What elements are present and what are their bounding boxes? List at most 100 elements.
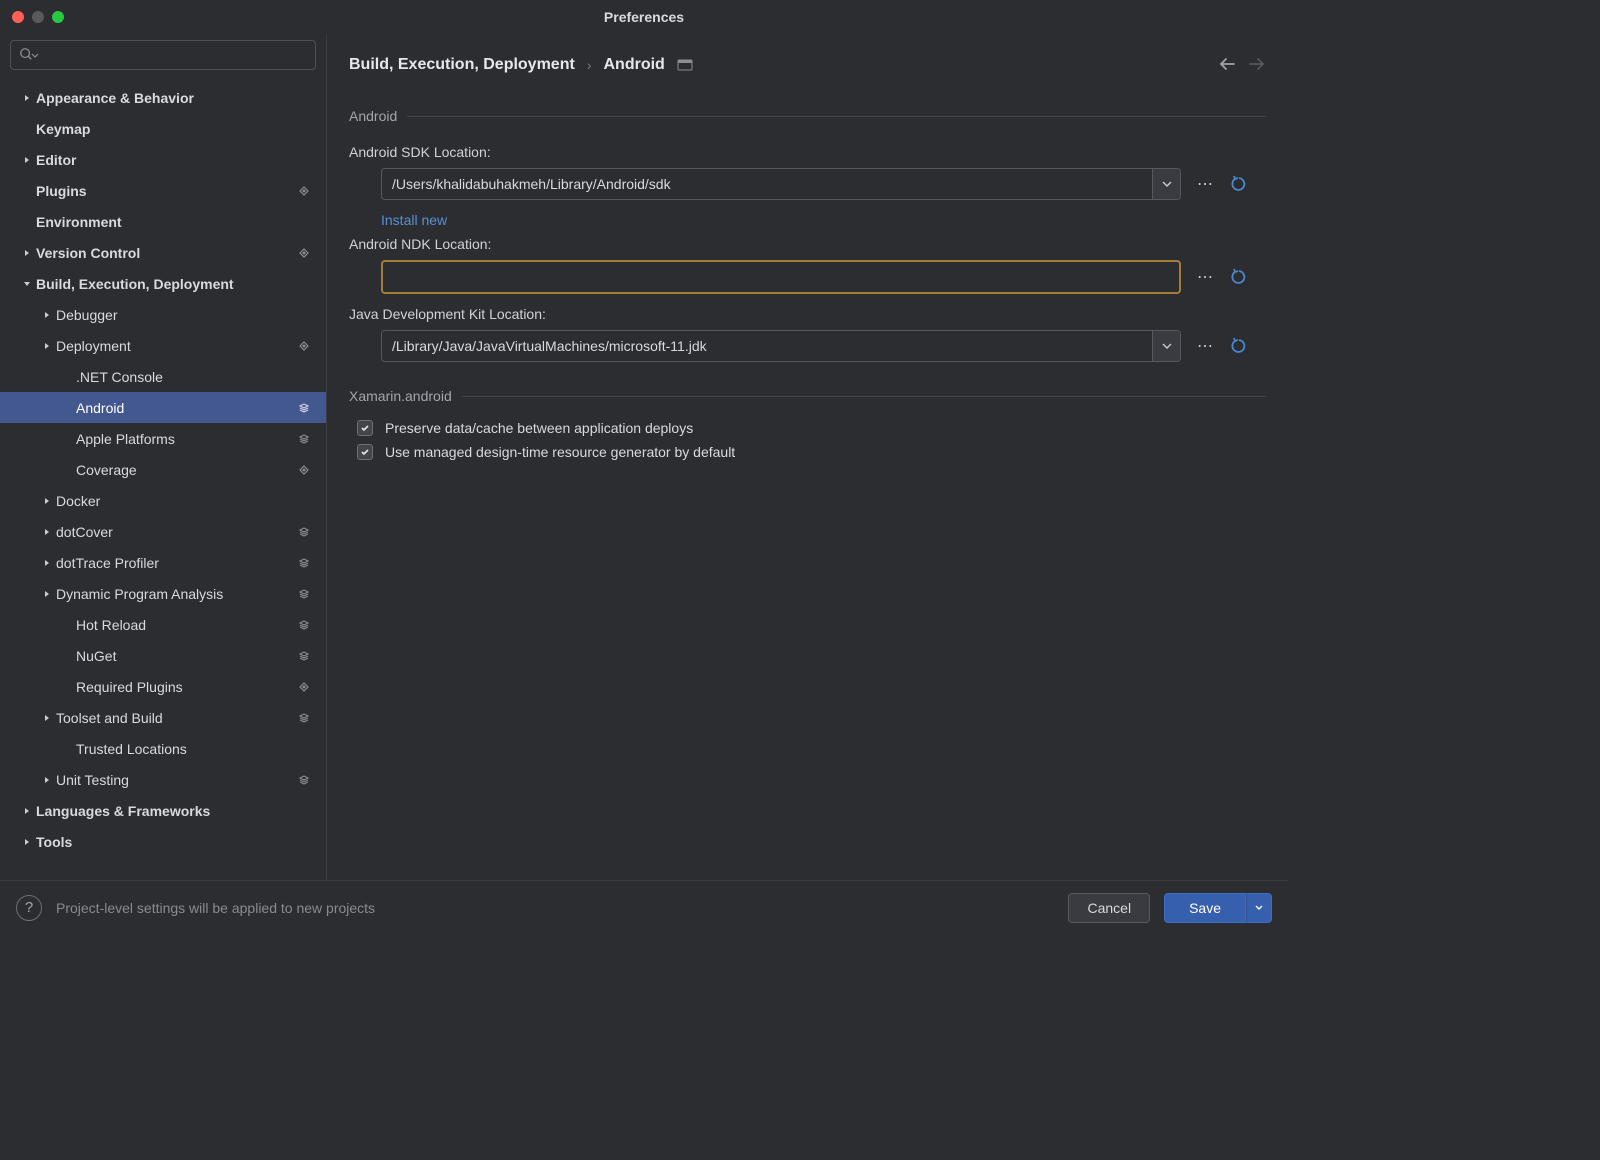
chevron-right-icon xyxy=(38,310,56,320)
jdk-location-input[interactable] xyxy=(382,338,1152,354)
jdk-location-field[interactable] xyxy=(381,330,1181,362)
sidebar-item-label: Hot Reload xyxy=(76,617,296,633)
sidebar-item-unit-testing[interactable]: Unit Testing xyxy=(0,764,326,795)
scope-indicator-icon xyxy=(296,340,312,352)
sidebar-item-label: Appearance & Behavior xyxy=(36,90,296,106)
sidebar-item-docker[interactable]: Docker xyxy=(0,485,326,516)
footer: ? Project-level settings will be applied… xyxy=(0,880,1288,934)
chevron-right-icon xyxy=(38,527,56,537)
ndk-location-field[interactable] xyxy=(381,260,1181,294)
scope-indicator-icon xyxy=(296,402,312,414)
sidebar-item-label: Android xyxy=(76,400,296,416)
sidebar-item-apple-platforms[interactable]: Apple Platforms xyxy=(0,423,326,454)
sidebar-item-label: Coverage xyxy=(76,462,296,478)
footer-hint: Project-level settings will be applied t… xyxy=(56,900,1054,916)
scope-indicator-icon xyxy=(296,185,312,197)
traffic-lights xyxy=(0,11,64,23)
sdk-dropdown-button[interactable] xyxy=(1152,169,1180,199)
sdk-browse-button[interactable]: ⋯ xyxy=(1193,174,1218,194)
sdk-reset-button[interactable] xyxy=(1230,175,1248,193)
sidebar-item-label: Plugins xyxy=(36,183,296,199)
sdk-location-field[interactable] xyxy=(381,168,1181,200)
sidebar-item-coverage[interactable]: Coverage xyxy=(0,454,326,485)
sidebar-item-label: Version Control xyxy=(36,245,296,261)
cancel-button[interactable]: Cancel xyxy=(1068,893,1150,923)
sidebar-item-languages-frameworks[interactable]: Languages & Frameworks xyxy=(0,795,326,826)
close-window-button[interactable] xyxy=(12,11,24,23)
sidebar-item-label: Required Plugins xyxy=(76,679,296,695)
sidebar-item-label: Trusted Locations xyxy=(76,741,296,757)
sidebar-item-editor[interactable]: Editor xyxy=(0,144,326,175)
sidebar-item-nuget[interactable]: NuGet xyxy=(0,640,326,671)
help-button[interactable]: ? xyxy=(16,895,42,921)
search-input[interactable] xyxy=(45,48,307,63)
sidebar-item-label: Environment xyxy=(36,214,296,230)
sidebar-item-label: Keymap xyxy=(36,121,296,137)
section-xamarin-title: Xamarin.android xyxy=(349,388,1266,404)
sidebar-item-dotcover[interactable]: dotCover xyxy=(0,516,326,547)
chevron-right-icon xyxy=(38,589,56,599)
jdk-browse-button[interactable]: ⋯ xyxy=(1193,336,1218,356)
sidebar-item-label: Tools xyxy=(36,834,296,850)
ndk-reset-button[interactable] xyxy=(1230,268,1248,286)
minimize-window-button[interactable] xyxy=(32,11,44,23)
sidebar-item-label: NuGet xyxy=(76,648,296,664)
breadcrumb-current: Android xyxy=(603,56,664,74)
jdk-label: Java Development Kit Location: xyxy=(349,306,1266,322)
sidebar: Appearance & Behavior Keymap Editor Plugins… xyxy=(0,34,327,880)
managed-generator-checkbox[interactable] xyxy=(357,444,373,460)
preserve-cache-checkbox[interactable] xyxy=(357,420,373,436)
scope-indicator-icon xyxy=(296,464,312,476)
scope-indicator-icon xyxy=(296,650,312,662)
sidebar-item-label: Editor xyxy=(36,152,296,168)
window-title: Preferences xyxy=(604,9,684,25)
save-button[interactable]: Save xyxy=(1164,893,1246,923)
scope-indicator-icon xyxy=(296,557,312,569)
sidebar-item-label: Docker xyxy=(56,493,296,509)
chevron-right-icon xyxy=(18,155,36,165)
sidebar-item-environment[interactable]: Environment xyxy=(0,206,326,237)
sidebar-item-version-control[interactable]: Version Control xyxy=(0,237,326,268)
search-box[interactable] xyxy=(10,40,316,70)
breadcrumb-parent[interactable]: Build, Execution, Deployment xyxy=(349,56,575,74)
sidebar-item-label: .NET Console xyxy=(76,369,296,385)
sidebar-item-android[interactable]: Android xyxy=(0,392,326,423)
save-dropdown-button[interactable] xyxy=(1246,893,1272,923)
sidebar-item-appearance-behavior[interactable]: Appearance & Behavior xyxy=(0,82,326,113)
jdk-reset-button[interactable] xyxy=(1230,337,1248,355)
sidebar-item-toolset-and-build[interactable]: Toolset and Build xyxy=(0,702,326,733)
nav-back-button[interactable] xyxy=(1218,57,1236,74)
sidebar-item-dynamic-program-analysis[interactable]: Dynamic Program Analysis xyxy=(0,578,326,609)
scope-indicator-icon xyxy=(296,433,312,445)
sidebar-item-label: Languages & Frameworks xyxy=(36,803,296,819)
sidebar-item-debugger[interactable]: Debugger xyxy=(0,299,326,330)
sidebar-item--net-console[interactable]: .NET Console xyxy=(0,361,326,392)
chevron-right-icon xyxy=(18,806,36,816)
sidebar-item-deployment[interactable]: Deployment xyxy=(0,330,326,361)
sdk-label: Android SDK Location: xyxy=(349,144,1266,160)
ndk-browse-button[interactable]: ⋯ xyxy=(1193,267,1218,287)
sidebar-item-label: dotTrace Profiler xyxy=(56,555,296,571)
ndk-location-input[interactable] xyxy=(383,269,1179,285)
sidebar-item-trusted-locations[interactable]: Trusted Locations xyxy=(0,733,326,764)
sdk-location-input[interactable] xyxy=(382,176,1152,192)
managed-generator-label: Use managed design-time resource generat… xyxy=(385,444,735,460)
jdk-dropdown-button[interactable] xyxy=(1152,331,1180,361)
content-pane: Build, Execution, Deployment › Android A… xyxy=(327,34,1288,880)
sidebar-item-label: dotCover xyxy=(56,524,296,540)
sidebar-item-tools[interactable]: Tools xyxy=(0,826,326,857)
scope-indicator-icon xyxy=(296,526,312,538)
chevron-right-icon xyxy=(38,775,56,785)
sidebar-item-build-execution-deployment[interactable]: Build, Execution, Deployment xyxy=(0,268,326,299)
sidebar-item-required-plugins[interactable]: Required Plugins xyxy=(0,671,326,702)
sidebar-item-hot-reload[interactable]: Hot Reload xyxy=(0,609,326,640)
sidebar-item-plugins[interactable]: Plugins xyxy=(0,175,326,206)
maximize-window-button[interactable] xyxy=(52,11,64,23)
sidebar-item-keymap[interactable]: Keymap xyxy=(0,113,326,144)
section-android-title: Android xyxy=(349,108,1266,124)
scope-indicator-icon xyxy=(296,774,312,786)
install-new-link[interactable]: Install new xyxy=(349,212,1266,228)
scope-indicator-icon xyxy=(296,619,312,631)
sidebar-item-dottrace-profiler[interactable]: dotTrace Profiler xyxy=(0,547,326,578)
breadcrumb: Build, Execution, Deployment › Android xyxy=(349,56,693,74)
